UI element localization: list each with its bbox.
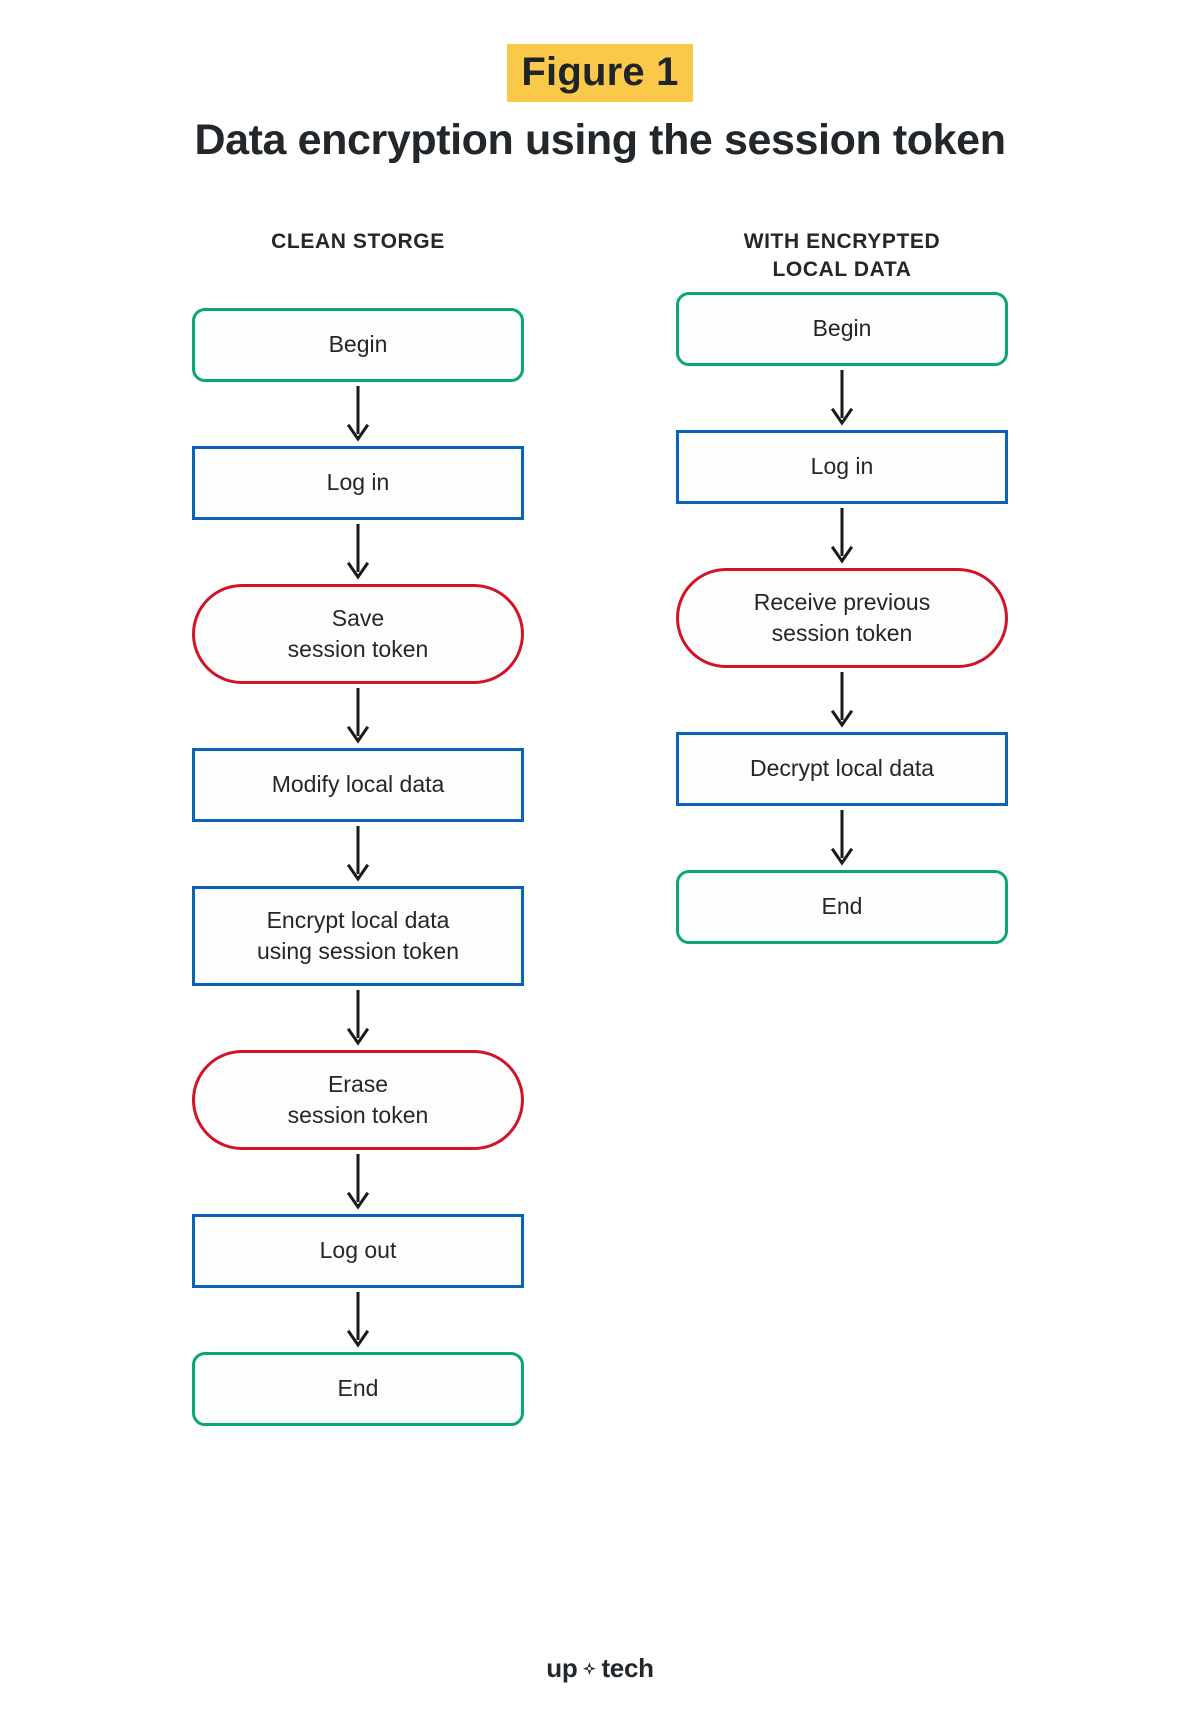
figure-header: Figure 1 Data encryption using the sessi… bbox=[0, 0, 1200, 165]
flow-node-label-line: Receive previous bbox=[753, 588, 931, 615]
flow-node-label-line: End bbox=[337, 1375, 379, 1402]
figure-badge-wrap: Figure 1 bbox=[0, 44, 1200, 102]
column-title-line: LOCAL DATA bbox=[772, 258, 912, 282]
flow-node-token: Receive previous session token bbox=[676, 568, 1008, 668]
flow-arrow-down-icon bbox=[192, 520, 524, 584]
flow-node-label: Save session token bbox=[288, 603, 429, 665]
flow-node-terminal: End bbox=[192, 1352, 524, 1426]
flow-node-label-line: Encrypt local data bbox=[266, 906, 450, 933]
figure-badge: Figure 1 bbox=[507, 44, 693, 102]
flow-node-label-line: using session token bbox=[256, 938, 459, 964]
flow-arrow-down-icon bbox=[676, 504, 1008, 568]
flow-node-process: Log in bbox=[192, 446, 524, 520]
column-title-line: CLEAN STORGE bbox=[271, 230, 445, 253]
flow-node-label: Begin bbox=[813, 313, 872, 344]
flow-node-label-line: Begin bbox=[812, 315, 872, 342]
flow-arrow-down-icon bbox=[676, 366, 1008, 430]
flow-node-label: Begin bbox=[329, 329, 388, 360]
flow-arrow-down-icon bbox=[192, 684, 524, 748]
flow-node-label-line: session token bbox=[287, 1102, 429, 1128]
flow-node-label-line: session token bbox=[771, 620, 913, 646]
flow-arrow-down-icon bbox=[192, 1288, 524, 1352]
flow-node-label-line: Begin bbox=[328, 331, 388, 358]
flow-node-process: Modify local data bbox=[192, 748, 524, 822]
flow-node-label: End bbox=[822, 891, 863, 922]
flow-arrow-down-icon bbox=[192, 382, 524, 446]
column-title-with-encrypted-local-data: WITH ENCRYPTED LOCAL DATA bbox=[676, 228, 1008, 286]
flow-node-label-line: End bbox=[821, 893, 863, 920]
flowchart-column-clean-storage: CLEAN STORGE Begin Log in Save session token… bbox=[192, 228, 524, 1426]
logo-suffix: tech bbox=[601, 1653, 654, 1683]
column-title-clean-storage: CLEAN STORGE bbox=[192, 228, 524, 286]
flow-node-label-line: Modify local data bbox=[271, 771, 445, 798]
flow-node-label: End bbox=[338, 1373, 379, 1404]
flow-node-label: Erase session token bbox=[288, 1069, 429, 1131]
flow-node-process: Log in bbox=[676, 430, 1008, 504]
uptech-logo: up tech bbox=[546, 1653, 654, 1684]
flow-node-label: Log in bbox=[327, 467, 390, 498]
flow-arrow-down-icon bbox=[676, 668, 1008, 732]
flow-node-label: Decrypt local data bbox=[750, 753, 934, 784]
flow-node-token: Erase session token bbox=[192, 1050, 524, 1150]
flow-node-label: Log in bbox=[811, 451, 874, 482]
flow-node-label-line: Log in bbox=[326, 469, 390, 496]
flow-node-label-line: Log in bbox=[810, 453, 874, 480]
flow-arrow-down-icon bbox=[676, 806, 1008, 870]
flow-node-process: Encrypt local data using session token bbox=[192, 886, 524, 986]
flow-node-token: Save session token bbox=[192, 584, 524, 684]
column-title-line: WITH ENCRYPTED bbox=[743, 230, 941, 253]
flowchart-columns: CLEAN STORGE Begin Log in Save session token… bbox=[0, 228, 1200, 1426]
flow-arrow-down-icon bbox=[192, 1150, 524, 1214]
flow-node-label: Receive previous session token bbox=[754, 587, 930, 649]
flow-node-process: Log out bbox=[192, 1214, 524, 1288]
flow-node-label-line: Decrypt local data bbox=[749, 755, 935, 782]
flow-node-terminal: Begin bbox=[192, 308, 524, 382]
flow-node-label: Log out bbox=[320, 1235, 397, 1266]
flow-node-label: Encrypt local data using session token bbox=[257, 905, 459, 967]
flow-arrow-down-icon bbox=[192, 822, 524, 886]
logo-spark-icon bbox=[578, 1658, 600, 1680]
flow-node-process: Decrypt local data bbox=[676, 732, 1008, 806]
flow-node-label-line: Erase bbox=[327, 1070, 389, 1097]
flow-node-terminal: Begin bbox=[676, 292, 1008, 366]
flowchart-column-with-encrypted-local-data: WITH ENCRYPTED LOCAL DATA Begin Log in Recei… bbox=[676, 228, 1008, 1426]
flow-node-label-line: Save bbox=[331, 604, 385, 631]
logo-prefix: up bbox=[546, 1653, 578, 1683]
flow-node-label-line: session token bbox=[287, 636, 429, 662]
flow-node-label-line: Log out bbox=[319, 1237, 397, 1264]
page-title: Data encryption using the session token bbox=[194, 116, 1006, 164]
flow-node-label: Modify local data bbox=[272, 769, 445, 800]
flow-arrow-down-icon bbox=[192, 986, 524, 1050]
flow-node-terminal: End bbox=[676, 870, 1008, 944]
footer: up tech bbox=[0, 1653, 1200, 1684]
